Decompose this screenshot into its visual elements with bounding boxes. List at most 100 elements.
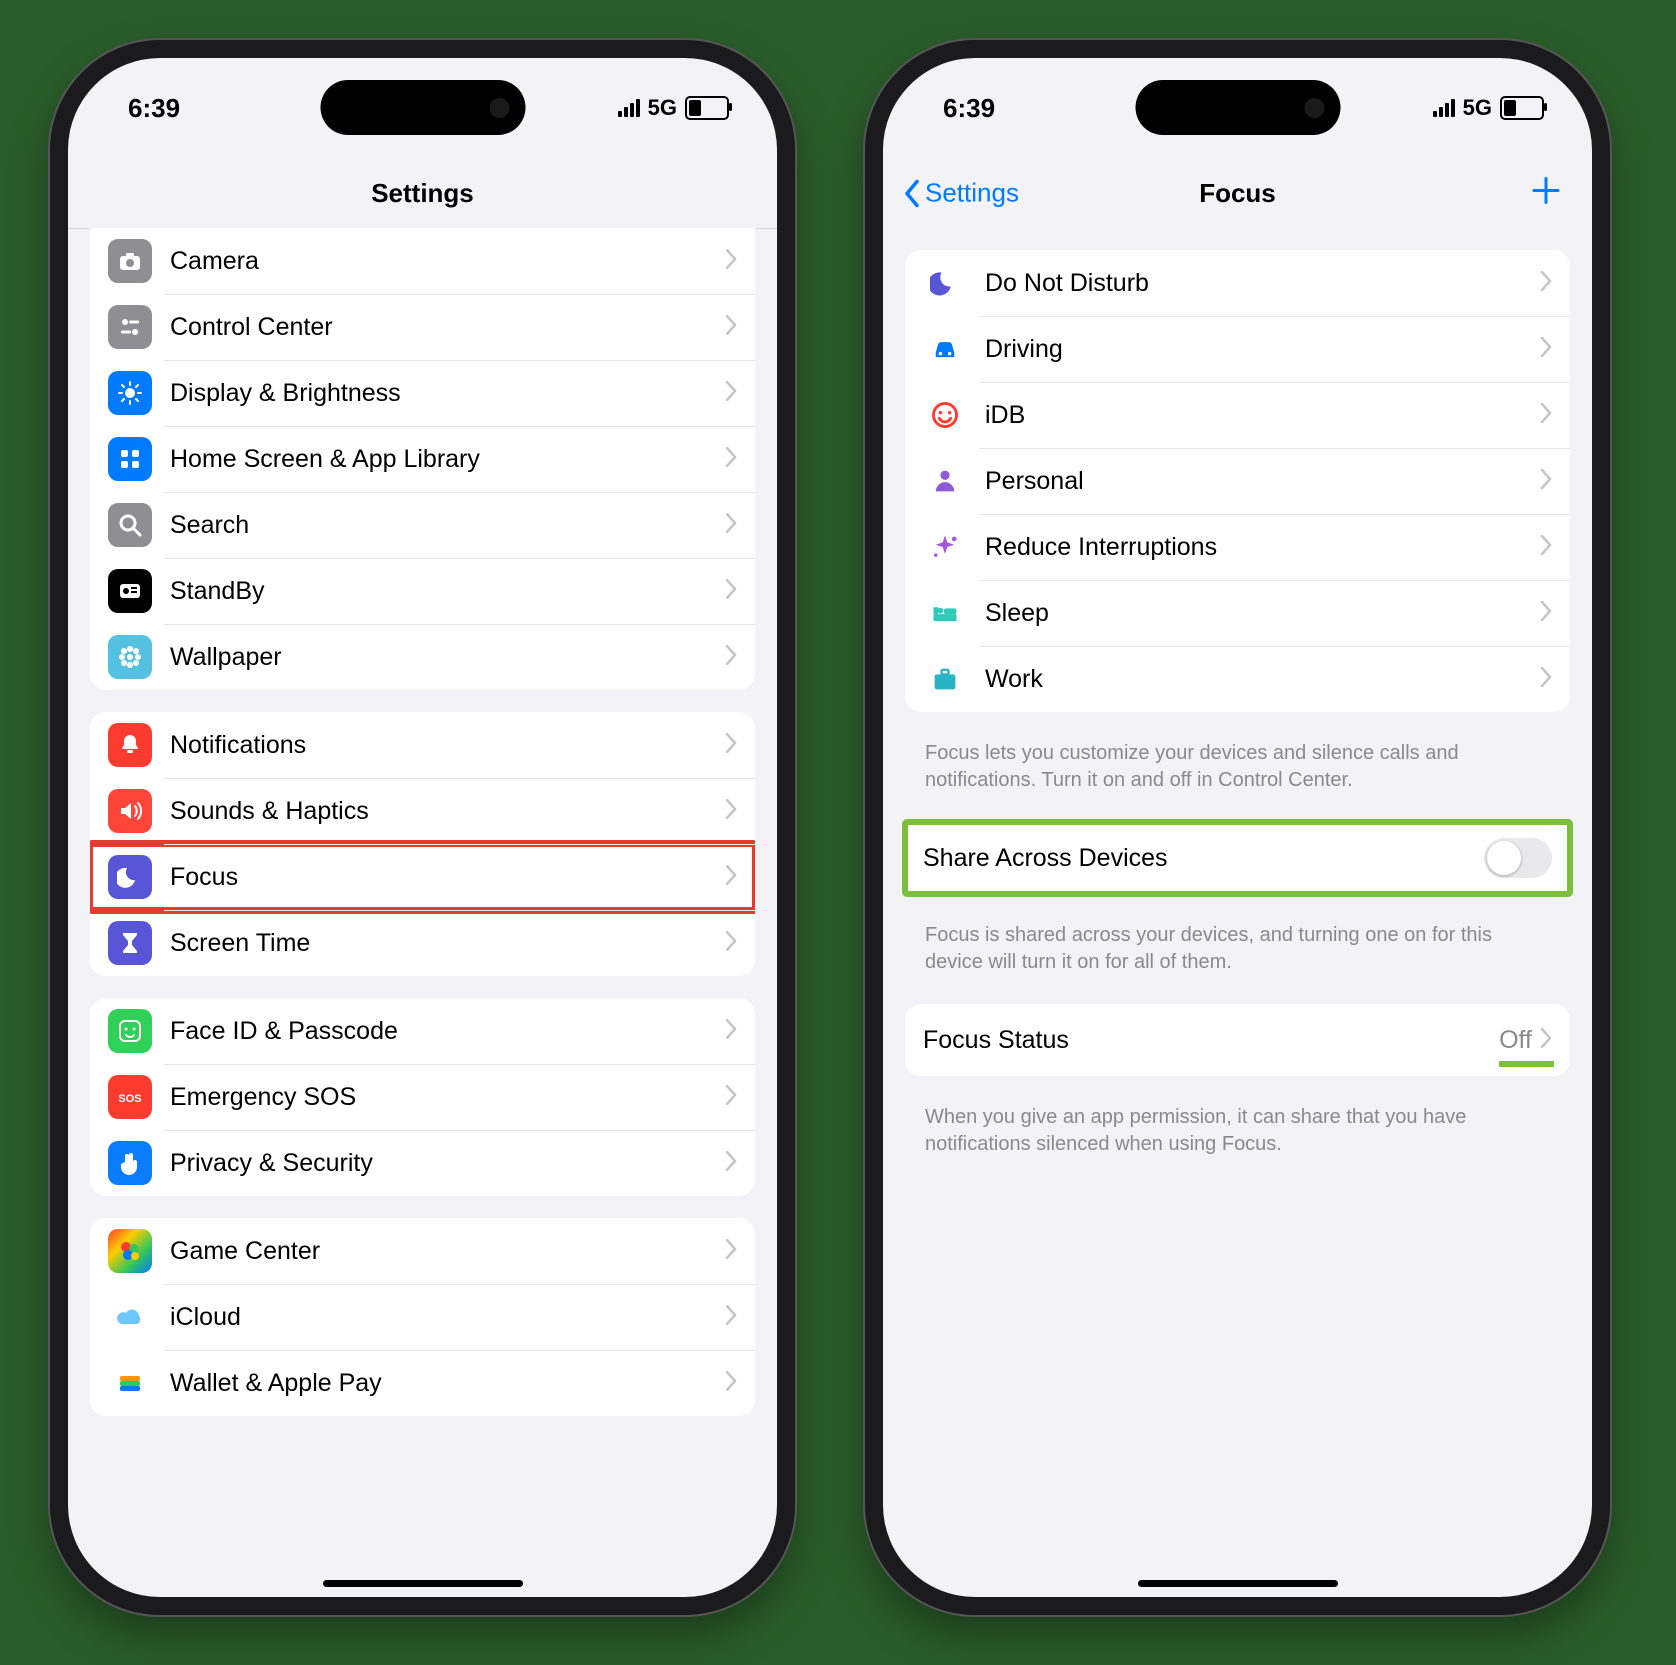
focus-mode-reduce[interactable]: Reduce Interruptions [905, 514, 1570, 580]
chevron-right-icon [725, 249, 737, 274]
network-label: 5G [1463, 95, 1492, 121]
settings-group: CameraControl CenterDisplay & Brightness… [90, 228, 755, 690]
row-label: Face ID & Passcode [170, 1017, 725, 1046]
settings-row-sos[interactable]: Emergency SOS [90, 1064, 755, 1130]
share-label: Share Across Devices [923, 844, 1484, 873]
screen-time-icon [108, 921, 152, 965]
signal-bars-icon [1433, 99, 1455, 117]
add-focus-button[interactable] [1530, 175, 1562, 212]
row-label: Search [170, 511, 725, 540]
focus-mode-label: Reduce Interruptions [985, 533, 1540, 562]
home-indicator[interactable] [1138, 1580, 1338, 1587]
focus-mode-idb[interactable]: iDB [905, 382, 1570, 448]
chevron-right-icon [1540, 601, 1552, 626]
share-toggle[interactable] [1484, 838, 1552, 878]
settings-group: Game CenteriCloud Wallet & Apple Pay [90, 1218, 755, 1416]
chevron-right-icon [1540, 535, 1552, 560]
chevron-right-icon [725, 1239, 737, 1264]
network-label: 5G [648, 95, 677, 121]
chevron-right-icon [1540, 667, 1552, 692]
game-center-icon [108, 1229, 152, 1273]
personal-icon [923, 459, 967, 503]
nav-bar: Settings [68, 158, 777, 229]
chevron-right-icon [725, 1085, 737, 1110]
home-indicator[interactable] [323, 1580, 523, 1587]
focus-icon [108, 855, 152, 899]
focus-mode-label: Driving [985, 335, 1540, 364]
focus-mode-label: Personal [985, 467, 1540, 496]
row-label: Screen Time [170, 929, 725, 958]
battery-icon [685, 96, 729, 120]
face-id-icon [108, 1009, 152, 1053]
standby-icon [108, 569, 152, 613]
focus-mode-driving[interactable]: Driving [905, 316, 1570, 382]
settings-row-control-center[interactable]: Control Center [90, 294, 755, 360]
settings-row-search[interactable]: Search [90, 492, 755, 558]
row-label: Privacy & Security [170, 1149, 725, 1178]
chevron-right-icon [725, 381, 737, 406]
focus-status-value: Off [1499, 1026, 1532, 1055]
settings-row-notifications[interactable]: Notifications [90, 712, 755, 778]
page-title: Focus [1199, 178, 1276, 209]
chevron-right-icon [725, 799, 737, 824]
settings-row-display[interactable]: Display & Brightness [90, 360, 755, 426]
settings-row-home-screen[interactable]: Home Screen & App Library [90, 426, 755, 492]
chevron-right-icon [1540, 469, 1552, 494]
focus-mode-sleep[interactable]: Sleep [905, 580, 1570, 646]
focus-modes-group: Do Not Disturb Driving iDB Personal Reduce I… [905, 250, 1570, 712]
chevron-right-icon [725, 579, 737, 604]
row-label: Wallet & Apple Pay [170, 1369, 725, 1398]
share-across-devices-row[interactable]: Share Across Devices [905, 822, 1570, 894]
settings-row-game-center[interactable]: Game Center [90, 1218, 755, 1284]
signal-bars-icon [618, 99, 640, 117]
settings-row-screen-time[interactable]: Screen Time [90, 910, 755, 976]
page-title: Settings [371, 178, 474, 209]
nav-bar: Settings Focus [883, 158, 1592, 229]
settings-row-wallpaper[interactable]: Wallpaper [90, 624, 755, 690]
work-icon [923, 657, 967, 701]
chevron-right-icon [725, 315, 737, 340]
phone-frame-right: 6:39 5G Settings Focus Do Not DisturbDri… [865, 40, 1610, 1615]
focus-status-label: Focus Status [923, 1026, 1499, 1055]
status-time: 6:39 [128, 93, 180, 124]
settings-row-standby[interactable]: StandBy [90, 558, 755, 624]
chevron-right-icon [725, 733, 737, 758]
home-screen-icon [108, 437, 152, 481]
control-center-icon [108, 305, 152, 349]
sleep-icon [923, 591, 967, 635]
chevron-right-icon [725, 1019, 737, 1044]
focus-status-row[interactable]: Focus StatusOff [905, 1004, 1570, 1076]
focus-mode-label: Sleep [985, 599, 1540, 628]
reduce-icon [923, 525, 967, 569]
settings-row-focus[interactable]: Focus [90, 844, 755, 910]
settings-row-wallet[interactable]: Wallet & Apple Pay [90, 1350, 755, 1416]
settings-row-sounds[interactable]: Sounds & Haptics [90, 778, 755, 844]
settings-row-privacy[interactable]: Privacy & Security [90, 1130, 755, 1196]
idb-icon [923, 393, 967, 437]
focus-mode-label: Do Not Disturb [985, 269, 1540, 298]
dnd-icon [923, 261, 967, 305]
focus-mode-personal[interactable]: Personal [905, 448, 1570, 514]
focus-mode-label: iDB [985, 401, 1540, 430]
settings-row-face-id[interactable]: Face ID & Passcode [90, 998, 755, 1064]
focus-mode-work[interactable]: Work [905, 646, 1570, 712]
focus-status-footer: When you give an app permission, it can … [905, 1098, 1570, 1158]
back-label: Settings [925, 178, 1019, 209]
focus-modes-footer: Focus lets you customize your devices an… [905, 734, 1570, 794]
chevron-right-icon [725, 645, 737, 670]
sos-icon [108, 1075, 152, 1119]
settings-group: NotificationsSounds & HapticsFocus Screen… [90, 712, 755, 976]
notifications-icon [108, 723, 152, 767]
settings-row-camera[interactable]: Camera [90, 228, 755, 294]
chevron-right-icon [725, 865, 737, 890]
back-button[interactable]: Settings [903, 178, 1019, 209]
chevron-right-icon [1540, 271, 1552, 296]
row-label: Wallpaper [170, 643, 725, 672]
settings-group: Face ID & Passcode Emergency SOS Privacy &… [90, 998, 755, 1196]
chevron-right-icon [725, 1305, 737, 1330]
chevron-right-icon [725, 513, 737, 538]
display-icon [108, 371, 152, 415]
settings-row-icloud[interactable]: iCloud [90, 1284, 755, 1350]
focus-mode-dnd[interactable]: Do Not Disturb [905, 250, 1570, 316]
dynamic-island [1135, 80, 1340, 135]
